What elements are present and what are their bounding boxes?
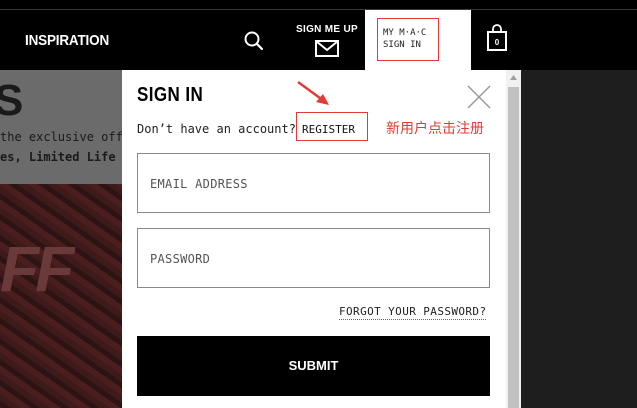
email-field[interactable]: EMAIL ADDRESS	[137, 153, 490, 213]
annotation-text: 新用户点击注册	[386, 121, 484, 137]
search-icon[interactable]	[243, 30, 265, 52]
close-icon[interactable]	[466, 84, 492, 110]
mail-icon	[315, 40, 339, 57]
background-content: S the exclusive offe es, Limited Life FF	[0, 70, 122, 408]
background-heading: S	[0, 76, 24, 125]
sign-me-up-button[interactable]: SIGN ME UP	[292, 24, 362, 64]
cart-count: 0	[495, 38, 500, 47]
no-account-text: Don’t have an account?	[137, 122, 296, 136]
my-mac-label: MY M·A·C	[383, 28, 427, 38]
nav-inspiration[interactable]: INSPIRATION	[25, 32, 109, 49]
modal-scrollbar[interactable]	[506, 70, 521, 408]
background-banner: FF	[0, 184, 122, 408]
password-field[interactable]: PASSWORD	[137, 228, 490, 288]
sign-in-label: SIGN IN	[383, 40, 421, 50]
register-link[interactable]: REGISTER	[296, 112, 368, 141]
scroll-up-arrow-icon[interactable]	[506, 70, 521, 86]
modal-title: SIGN IN	[137, 84, 204, 106]
annotation-arrow-icon	[296, 80, 332, 112]
background-text: the exclusive offe	[0, 130, 122, 144]
forgot-password-link[interactable]: FORGOT YOUR PASSWORD?	[339, 305, 487, 320]
background-text-bold: es, Limited Life	[0, 150, 116, 164]
background-right-panel	[521, 70, 637, 408]
site-header: INSPIRATION SIGN ME UP MY M·A·C SIGN IN …	[0, 10, 637, 70]
banner-text: FF	[0, 233, 74, 305]
my-mac-sign-in-link[interactable]: MY M·A·C SIGN IN	[377, 18, 439, 61]
shopping-bag-icon[interactable]: 0	[486, 24, 508, 52]
submit-button[interactable]: SUBMIT	[137, 336, 490, 396]
sign-me-up-label: SIGN ME UP	[296, 24, 358, 35]
top-strip	[0, 0, 637, 10]
my-mac-panel: MY M·A·C SIGN IN	[365, 10, 471, 70]
scrollbar-thumb[interactable]	[508, 87, 519, 408]
